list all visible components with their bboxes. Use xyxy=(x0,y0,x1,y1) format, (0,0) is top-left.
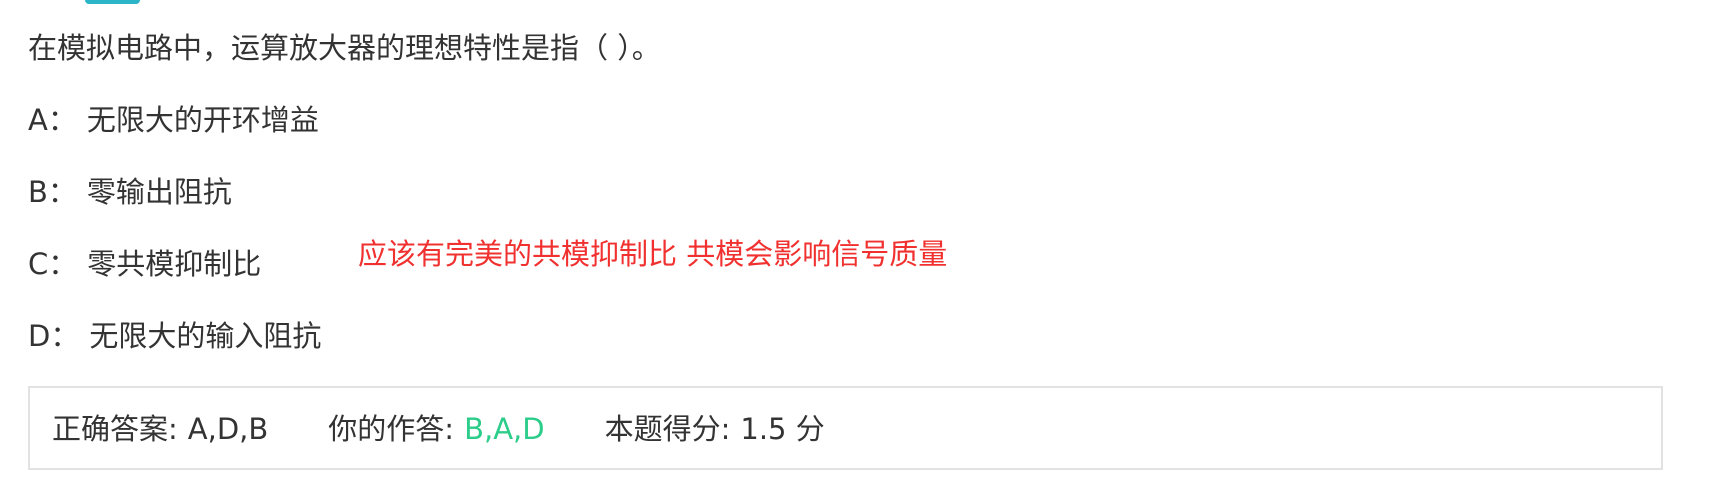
question-score: 本题得分: 1.5 分 xyxy=(605,409,825,449)
option-a: A： 无限大的开环增益 xyxy=(28,100,319,140)
option-b: B： 零输出阻抗 xyxy=(28,172,232,212)
user-answer: 你的作答: B,A,D xyxy=(328,409,544,449)
user-answer-value: B,A,D xyxy=(464,412,545,446)
option-b-key: B： xyxy=(28,175,77,209)
correct-answer: 正确答案: A,D,B xyxy=(52,409,268,449)
option-d-text: 无限大的输入阻抗 xyxy=(89,319,322,353)
option-b-text: 零输出阻抗 xyxy=(86,175,232,209)
answer-result-row: 正确答案: A,D,B 你的作答: B,A,D 本题得分: 1.5 分 xyxy=(52,409,885,449)
option-a-key: A： xyxy=(28,103,77,137)
handwritten-annotation: 应该有完美的共模抑制比 共模会影响信号质量 xyxy=(358,237,948,271)
option-c: C： 零共模抑制比 xyxy=(28,244,261,284)
answer-result-box: 正确答案: A,D,B 你的作答: B,A,D 本题得分: 1.5 分 xyxy=(28,386,1663,470)
option-a-text: 无限大的开环增益 xyxy=(86,103,319,137)
option-c-text: 零共模抑制比 xyxy=(87,247,262,281)
option-d-key: D： xyxy=(28,319,80,353)
option-d: D： 无限大的输入阻抗 xyxy=(28,316,321,356)
question-score-label: 本题得分: xyxy=(604,412,731,446)
correct-answer-value: A,D,B xyxy=(187,412,269,446)
question-title: 在模拟电路中，运算放大器的理想特性是指（ ）。 xyxy=(28,31,661,65)
option-c-key: C： xyxy=(28,247,78,281)
correct-answer-label: 正确答案: xyxy=(52,412,178,446)
user-answer-label: 你的作答: xyxy=(328,412,455,446)
top-tab-indicator xyxy=(85,0,140,4)
question-score-value: 1.5 分 xyxy=(740,412,825,446)
